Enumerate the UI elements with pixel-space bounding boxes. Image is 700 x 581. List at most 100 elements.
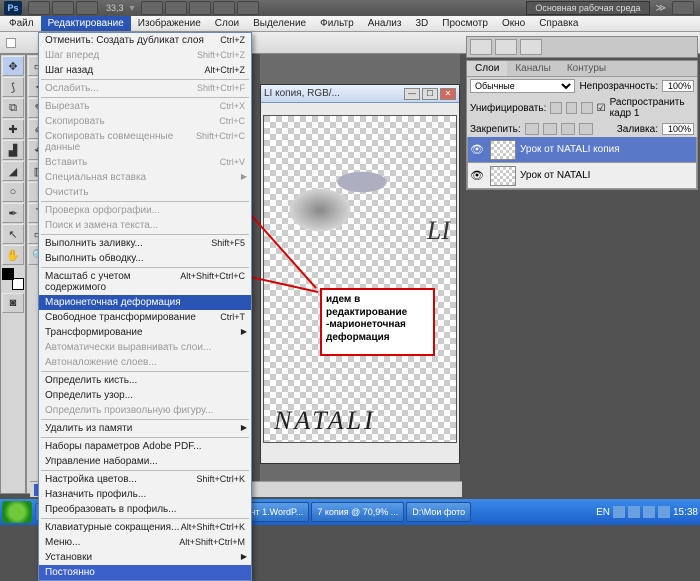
bird-image xyxy=(264,126,404,266)
move-tool[interactable]: ✥ xyxy=(2,56,24,76)
layer-row[interactable]: 👁 Урок от NATALI копия xyxy=(467,137,697,163)
menu-view[interactable]: Просмотр xyxy=(435,16,495,31)
fill-field[interactable] xyxy=(662,123,694,135)
arrange-icon[interactable] xyxy=(213,1,235,15)
unify-btn3[interactable] xyxy=(581,102,592,114)
menu-3d[interactable]: 3D xyxy=(408,16,435,31)
healing-tool[interactable]: ✚ xyxy=(2,119,24,139)
menu-item[interactable]: Марионеточная деформация xyxy=(39,295,251,310)
tab-channels[interactable]: Каналы xyxy=(507,61,559,76)
pen-tool[interactable]: ✒ xyxy=(2,203,24,223)
lock-pixels[interactable] xyxy=(543,123,557,135)
menu-filter[interactable]: Фильтр xyxy=(313,16,361,31)
clock[interactable]: 15:38 xyxy=(673,507,698,518)
menu-analysis[interactable]: Анализ xyxy=(361,16,409,31)
menu-select[interactable]: Выделение xyxy=(246,16,313,31)
eraser-tool[interactable]: ◢ xyxy=(2,161,24,181)
layer-name: Урок от NATALI копия xyxy=(520,144,620,155)
color-swatches[interactable] xyxy=(2,268,24,290)
opacity-field[interactable] xyxy=(662,80,694,92)
menu-item: Автоматически выравнивать слои... xyxy=(39,340,251,355)
visibility-icon[interactable]: 👁 xyxy=(468,143,486,156)
tray-icon[interactable] xyxy=(613,506,625,518)
blur-tool[interactable]: ○ xyxy=(2,182,24,202)
menu-help[interactable]: Справка xyxy=(532,16,585,31)
lang-indicator[interactable]: EN xyxy=(596,507,610,518)
workspace-switcher[interactable]: Основная рабочая среда xyxy=(526,1,649,15)
start-button[interactable] xyxy=(2,501,32,523)
lock-trans[interactable] xyxy=(525,123,539,135)
menu-item[interactable]: Преобразовать в профиль... xyxy=(39,502,251,517)
blend-mode-select[interactable]: Обычные xyxy=(470,79,575,93)
menu-item[interactable]: Выполнить обводку... xyxy=(39,251,251,266)
doc-canvas[interactable]: LI NATALI xyxy=(263,115,457,443)
menu-item[interactable]: Определить узор... xyxy=(39,388,251,403)
tab-layers[interactable]: Слои xyxy=(467,61,507,76)
menu-item[interactable]: Выполнить заливку...Shift+F5 xyxy=(39,236,251,251)
menu-file[interactable]: Файл xyxy=(2,16,41,31)
screen-mode-icon[interactable] xyxy=(237,1,259,15)
menu-item[interactable]: Трансформирование▶ xyxy=(39,325,251,340)
mini-bridge-icon[interactable] xyxy=(52,1,74,15)
menu-image[interactable]: Изображение xyxy=(131,16,208,31)
unify-btn2[interactable] xyxy=(566,102,577,114)
minimize-button[interactable]: — xyxy=(404,88,420,100)
menu-item[interactable]: Установки▶ xyxy=(39,550,251,565)
close-button[interactable]: ✕ xyxy=(440,88,456,100)
auto-select-check[interactable] xyxy=(6,38,16,48)
layers-panel: Слои Каналы Контуры Обычные Непрозрачнос… xyxy=(466,60,698,190)
menu-item[interactable]: Назначить профиль... xyxy=(39,487,251,502)
menu-layer[interactable]: Слои xyxy=(208,16,246,31)
menu-item: Специальная вставка▶ xyxy=(39,170,251,185)
opacity-label: Непрозрачность: xyxy=(579,81,658,92)
menu-item[interactable]: Удалить из памяти▶ xyxy=(39,421,251,436)
lasso-tool[interactable]: ⟆ xyxy=(2,77,24,97)
tray-icon[interactable] xyxy=(643,506,655,518)
menu-item[interactable]: Клавиатурные сокращения...Alt+Shift+Ctrl… xyxy=(39,520,251,535)
lock-label: Закрепить: xyxy=(470,124,521,135)
stamp-tool[interactable]: ▟ xyxy=(2,140,24,160)
menu-item[interactable]: Меню...Alt+Shift+Ctrl+M xyxy=(39,535,251,550)
maximize-button[interactable]: ☐ xyxy=(422,88,438,100)
tray-icon[interactable] xyxy=(628,506,640,518)
visibility-icon[interactable]: 👁 xyxy=(468,169,486,182)
cs-live-icon[interactable] xyxy=(672,1,694,15)
menu-item[interactable]: Управление наборами... xyxy=(39,454,251,469)
menu-item[interactable]: Свободное трансформированиеCtrl+T xyxy=(39,310,251,325)
menu-item[interactable]: Отменить: Создать дубликат слояCtrl+Z xyxy=(39,33,251,48)
task-explorer[interactable]: D:\Мои фото xyxy=(406,502,471,522)
layer-row[interactable]: 👁 Урок от NATALI xyxy=(467,163,697,189)
menu-item[interactable]: Шаг назадAlt+Ctrl+Z xyxy=(39,63,251,78)
view-extras-icon[interactable] xyxy=(76,1,98,15)
quickmask-tool[interactable]: ◙ xyxy=(2,293,24,313)
menu-edit[interactable]: Редактирование xyxy=(41,16,131,31)
doc-titlebar[interactable]: LI копия, RGB/... — ☐ ✕ xyxy=(261,85,459,103)
lock-pos[interactable] xyxy=(561,123,575,135)
layers-tabs: Слои Каналы Контуры xyxy=(467,61,697,77)
menu-item[interactable]: Настройка цветов...Shift+Ctrl+K xyxy=(39,472,251,487)
menu-item: Ослабить...Shift+Ctrl+F xyxy=(39,81,251,96)
zoom-level[interactable]: 33,3 xyxy=(106,3,124,13)
task-ps[interactable]: 7 копия @ 70,9% ... xyxy=(311,502,404,522)
hand-tool[interactable]: ✋ xyxy=(2,245,24,265)
text-natali: NATALI xyxy=(274,406,376,436)
menu-item[interactable]: Масштаб с учетом содержимогоAlt+Shift+Ct… xyxy=(39,269,251,295)
lock-all[interactable] xyxy=(579,123,593,135)
menu-item[interactable]: Наборы параметров Adobe PDF... xyxy=(39,439,251,454)
history-icon[interactable] xyxy=(470,39,492,55)
hand-icon[interactable] xyxy=(141,1,163,15)
styles-icon[interactable] xyxy=(520,39,542,55)
menu-item[interactable]: Определить кисть... xyxy=(39,373,251,388)
tab-paths[interactable]: Контуры xyxy=(559,61,614,76)
zoom-icon[interactable] xyxy=(165,1,187,15)
bridge-icon[interactable] xyxy=(28,1,50,15)
crop-tool[interactable]: ⧉ xyxy=(2,98,24,118)
path-tool[interactable]: ↖ xyxy=(2,224,24,244)
swatches-icon[interactable] xyxy=(495,39,517,55)
rotate-icon[interactable] xyxy=(189,1,211,15)
unify-btn1[interactable] xyxy=(550,102,561,114)
tray-icon[interactable] xyxy=(658,506,670,518)
menu-window[interactable]: Окно xyxy=(495,16,532,31)
right-top-panel xyxy=(466,36,698,58)
edit-menu-dropdown: Отменить: Создать дубликат слояCtrl+Z Шаг… xyxy=(38,32,252,581)
